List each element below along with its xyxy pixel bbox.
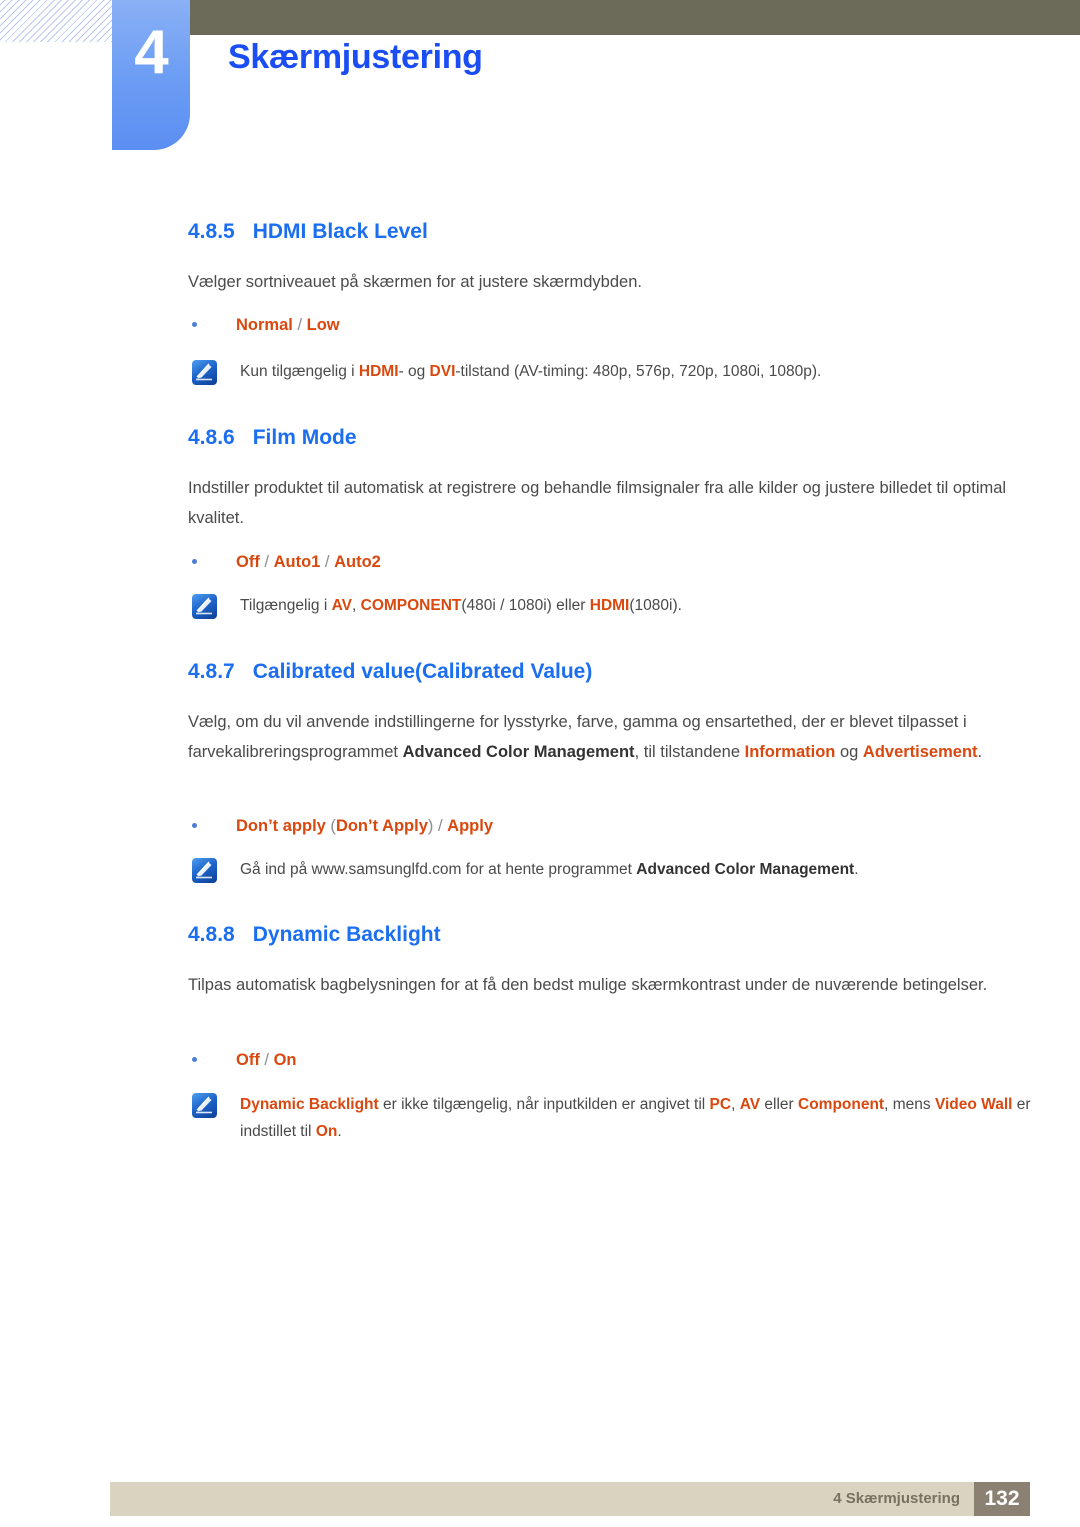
bullet-dot-icon <box>192 322 197 327</box>
section-title: Film Mode <box>252 426 357 449</box>
note-hl-component: COMPONENT <box>360 597 462 614</box>
para-part-3: og <box>835 743 863 761</box>
section-heading-486: 4.8.6 Film Mode <box>188 426 357 450</box>
note-post: . <box>854 861 859 878</box>
section-paragraph-486: Indstiller produktet til automatisk at r… <box>188 479 1007 527</box>
note-mid-1: er ikke tilgængelig, når inputkilden er … <box>378 1096 710 1113</box>
note-hl-hdmi: HDMI <box>589 597 630 614</box>
para-hl-advertisement: Advertisement <box>862 743 978 761</box>
hatch-decoration <box>0 0 112 42</box>
option-separator: / <box>259 1051 274 1069</box>
bullet-options-486: Off / Auto1 / Auto2 <box>236 550 381 574</box>
option-separator: / <box>259 553 274 571</box>
option-off: Off <box>236 553 260 571</box>
option-paren-open: ( <box>325 817 336 835</box>
option-separator: / <box>320 553 335 571</box>
bullet-dot-icon <box>192 823 197 828</box>
section-number: 4.8.6 <box>188 426 235 449</box>
option-off: Off <box>236 1051 260 1069</box>
section-heading-488: 4.8.8 Dynamic Backlight <box>188 923 441 947</box>
bullet-options-487: Don’t apply (Don’t Apply) / Apply <box>236 814 493 838</box>
note-mid2: (480i / 1080i) eller <box>461 597 590 614</box>
section-number: 4.8.8 <box>188 923 235 946</box>
note-text-488: Dynamic Backlight er ikke tilgængelig, n… <box>240 1091 1040 1145</box>
note-pre: Gå ind på www.samsunglfd.com for at hent… <box>240 861 637 878</box>
note-post: . <box>337 1123 342 1140</box>
note-mid: - og <box>398 363 430 380</box>
section-heading-487: 4.8.7 Calibrated value(Calibrated Value) <box>188 660 592 684</box>
para-part-2: , til tilstandene <box>634 743 745 761</box>
bullet-dot-icon <box>192 1057 197 1062</box>
note-pen-icon <box>192 594 217 619</box>
note-mid-4: , mens <box>884 1096 935 1113</box>
page-header: 4 Skærmjustering <box>0 0 1080 160</box>
note-bold-acm: Advanced Color Management <box>636 861 855 878</box>
option-apply: Apply <box>447 817 494 835</box>
option-on: On <box>273 1051 297 1069</box>
section-title: HDMI Black Level <box>252 220 428 243</box>
note-text-487: Gå ind på www.samsunglfd.com for at hent… <box>240 856 1030 883</box>
note-text-486: Tilgængelig i AV, COMPONENT(480i / 1080i… <box>240 592 1030 619</box>
note-hl-on: On <box>315 1123 338 1140</box>
option-separator: / <box>433 817 448 835</box>
note-hl-component: Component <box>798 1096 885 1113</box>
chapter-tab: 4 <box>112 0 190 150</box>
option-separator: / <box>292 316 307 334</box>
chapter-number: 4 <box>134 18 168 87</box>
note-hl-av: AV <box>331 597 352 614</box>
note-mid-3: eller <box>760 1096 798 1113</box>
note-hl-av: AV <box>739 1096 761 1113</box>
note-hl-hdmi: HDMI <box>358 363 399 380</box>
section-paragraph-488: Tilpas automatisk bagbelysningen for at … <box>188 976 988 994</box>
note-pen-icon <box>192 858 217 883</box>
page-footer: 4 Skærmjustering 132 <box>110 1482 1030 1516</box>
para-bold-acm: Advanced Color Management <box>402 743 635 761</box>
option-dont-apply: Don’t apply <box>236 817 326 835</box>
header-brown-bar <box>190 0 1080 35</box>
note-hl-dvi: DVI <box>429 363 456 380</box>
note-pre: Kun tilgængelig i <box>240 363 359 380</box>
section-paragraph-487: Vælg, om du vil anvende indstillingerne … <box>188 707 1028 767</box>
footer-chapter-label: 4 Skærmjustering <box>833 1490 960 1507</box>
option-auto1: Auto1 <box>273 553 321 571</box>
note-pen-icon <box>192 360 217 385</box>
note-mid-2: , <box>731 1096 740 1113</box>
note-text-485: Kun tilgængelig i HDMI- og DVI-tilstand … <box>240 358 1030 385</box>
section-number: 4.8.7 <box>188 660 235 683</box>
note-hl-video-wall: Video Wall <box>934 1096 1013 1113</box>
section-heading-485: 4.8.5 HDMI Black Level <box>188 220 428 244</box>
note-post: (1080i). <box>629 597 682 614</box>
bullet-dot-icon <box>192 559 197 564</box>
option-low: Low <box>306 316 340 334</box>
note-pen-icon <box>192 1093 217 1118</box>
note-post: -tilstand (AV-timing: 480p, 576p, 720p, … <box>455 363 822 380</box>
option-auto2: Auto2 <box>334 553 381 571</box>
para-part-4: . <box>977 743 983 761</box>
bullet-options-488: Off / On <box>236 1048 297 1072</box>
section-title: Calibrated value(Calibrated Value) <box>252 660 593 683</box>
chapter-title: Skærmjustering <box>228 38 483 76</box>
option-dont-apply-en: Don’t Apply <box>335 817 428 835</box>
note-pre: Tilgængelig i <box>240 597 332 614</box>
bullet-options-485: Normal / Low <box>236 313 340 337</box>
section-paragraph-485: Vælger sortniveauet på skærmen for at ju… <box>188 273 642 291</box>
note-mid: , <box>352 597 361 614</box>
para-hl-information: Information <box>744 743 836 761</box>
page-number: 132 <box>974 1482 1030 1516</box>
note-hl-pc: PC <box>709 1096 732 1113</box>
option-normal: Normal <box>236 316 293 334</box>
section-title: Dynamic Backlight <box>252 923 441 946</box>
section-number: 4.8.5 <box>188 220 235 243</box>
note-hl-dynamic-backlight: Dynamic Backlight <box>240 1096 379 1113</box>
